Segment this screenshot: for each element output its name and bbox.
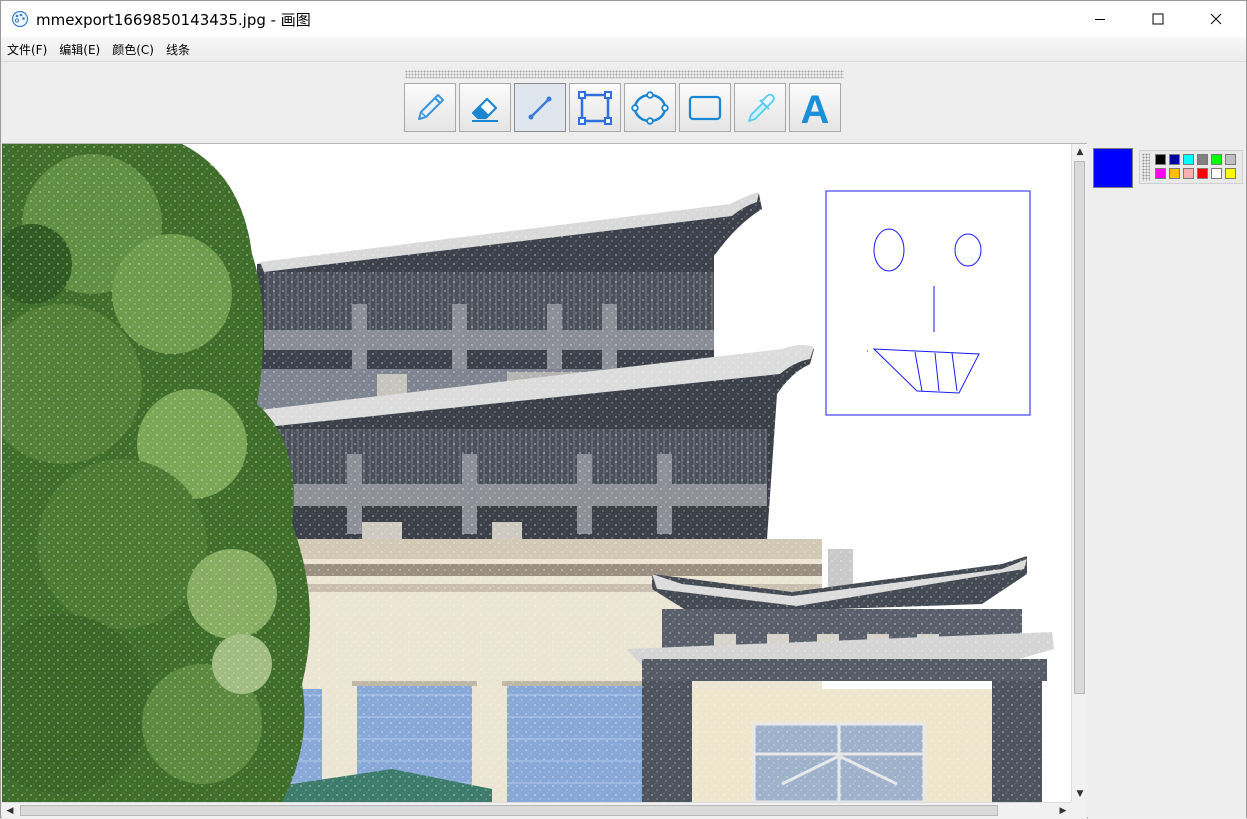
menu-bar: 文件(F) 编辑(E) 颜色(C) 线条 [1, 37, 1246, 62]
palette-swatches [1155, 154, 1236, 179]
ellipse-tool-button[interactable] [624, 83, 676, 132]
color-picker-tool-button[interactable] [734, 83, 786, 132]
menu-color[interactable]: 颜色(C) [112, 41, 154, 58]
palette-swatch[interactable] [1155, 168, 1166, 179]
palette-swatch[interactable] [1155, 154, 1166, 165]
line-tool-button[interactable] [514, 83, 566, 132]
ellipse-icon [631, 90, 669, 125]
scroll-up-arrow-icon[interactable]: ▲ [1072, 144, 1088, 160]
palette-swatch[interactable] [1183, 154, 1194, 165]
paint-window: mmexport1669850143435.jpg - 画图 文件(F) 编辑(… [0, 0, 1247, 818]
palette-swatch[interactable] [1211, 154, 1222, 165]
vertical-scroll-thumb[interactable] [1074, 161, 1085, 694]
text-tool-glyph: A [801, 88, 830, 128]
current-color-swatch[interactable] [1093, 148, 1133, 188]
toolbar-grip[interactable] [405, 70, 844, 79]
color-palette [1139, 150, 1243, 184]
palette-swatch[interactable] [1169, 154, 1180, 165]
horizontal-scroll-thumb[interactable] [20, 805, 998, 816]
drawing-canvas[interactable] [2, 144, 1071, 802]
color-picker-icon [748, 93, 775, 122]
scroll-corner [1071, 802, 1087, 818]
pencil-tool-button[interactable] [404, 83, 456, 132]
user-drawing-face [825, 190, 1031, 416]
text-tool-button[interactable]: A [789, 83, 841, 132]
minimize-icon [1095, 19, 1105, 20]
menu-line[interactable]: 线条 [166, 41, 190, 58]
pencil-icon [418, 93, 444, 120]
palette-swatch[interactable] [1211, 168, 1222, 179]
text-icon: A [801, 88, 830, 128]
palette-swatch[interactable] [1225, 168, 1236, 179]
maximize-button[interactable] [1129, 1, 1187, 37]
menu-file[interactable]: 文件(F) [7, 41, 47, 58]
palette-swatch[interactable] [1169, 168, 1180, 179]
menu-edit[interactable]: 编辑(E) [59, 41, 100, 58]
close-button[interactable] [1187, 1, 1245, 37]
maximize-icon [1152, 13, 1164, 25]
color-panel [1088, 143, 1246, 818]
line-icon [528, 96, 552, 119]
canvas-frame: ▲ ▼ ◀ ▶ [2, 143, 1087, 818]
scroll-down-arrow-icon[interactable]: ▼ [1072, 786, 1088, 802]
rectangle-select-icon [578, 90, 612, 125]
title-bar[interactable]: mmexport1669850143435.jpg - 画图 [1, 1, 1246, 37]
palette-swatch[interactable] [1225, 154, 1236, 165]
canvas-image [2, 144, 1071, 802]
close-icon [1210, 13, 1222, 25]
tool-bar: A [404, 83, 841, 132]
palette-swatch[interactable] [1183, 168, 1194, 179]
minimize-button[interactable] [1071, 1, 1129, 37]
rounded-rectangle-tool-button[interactable] [679, 83, 731, 132]
palette-icon [11, 10, 29, 28]
palette-grip[interactable] [1142, 153, 1150, 181]
rectangle-tool-button[interactable] [569, 83, 621, 132]
scroll-left-arrow-icon[interactable]: ◀ [2, 803, 18, 819]
eraser-tool-button[interactable] [459, 83, 511, 132]
window-title: mmexport1669850143435.jpg - 画图 [36, 11, 311, 29]
palette-swatch[interactable] [1197, 168, 1208, 179]
palette-swatch[interactable] [1197, 154, 1208, 165]
vertical-scrollbar[interactable]: ▲ ▼ [1071, 144, 1087, 802]
eraser-icon [471, 97, 498, 122]
rounded-rectangle-icon [688, 95, 722, 120]
scroll-right-arrow-icon[interactable]: ▶ [1055, 803, 1071, 819]
horizontal-scrollbar[interactable]: ◀ ▶ [2, 802, 1071, 818]
